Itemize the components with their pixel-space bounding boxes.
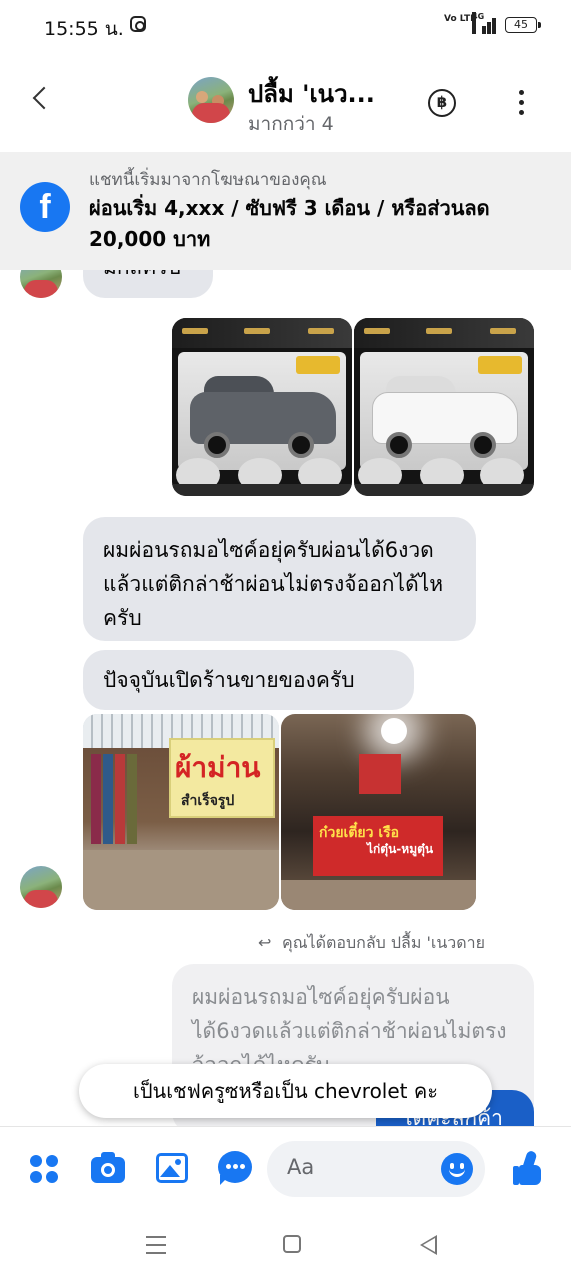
chat-header: ปลื้ม 'เนว... มากกว่า 4 ฿ [0,52,571,152]
home-icon[interactable] [283,1235,301,1253]
contact-avatar[interactable] [188,77,234,123]
car-image-white[interactable] [354,318,534,496]
message-bubble[interactable]: ผมผ่อนรถมอไซค์อยุ่ครับผ่อนได้6งวดแล้วแต่… [83,517,476,641]
apps-grid-icon[interactable] [29,1151,63,1185]
back-arrow-icon[interactable] [32,86,56,110]
sender-avatar[interactable] [20,270,62,298]
system-nav-bar [0,1212,571,1280]
shop-photo-noodle-stall[interactable]: ก๋วยเตี๋ยว เรือ ไก่ตุ๋น-หมูตุ๋น [281,714,476,910]
ad-caption: แชทนี้เริ่มมาจากโฆษณาของคุณ [89,170,327,190]
partial-message-bubble[interactable]: มีกี่สีครับ [83,270,213,298]
emoji-icon[interactable] [441,1153,473,1185]
car-image-gray[interactable] [172,318,352,496]
system-back-icon[interactable] [420,1235,437,1255]
sender-avatar[interactable] [20,866,62,908]
status-bar: 15:55 น. Vo LTE 4G 45 [0,0,571,52]
ad-title: ผ่อนเริ่ม 4,xxx / ซับฟรี 3 เดือน / หรือส… [89,196,490,251]
battery-icon: 45 [505,17,541,33]
signal-icon: 4G [472,12,498,34]
suggested-reply-chip[interactable]: เป็นเชฟครูซหรือเป็น chevrolet คะ [79,1064,492,1118]
reply-label: คุณได้ตอบกลับ ปลื้ม 'เนวดาย [282,933,486,952]
status-time: 15:55 น. [44,18,124,40]
camera-icon[interactable] [91,1151,125,1185]
instagram-notification-icon [130,16,146,32]
network-type: 4G [472,12,484,34]
message-composer: Aa [0,1126,571,1212]
facebook-icon: f [20,182,70,232]
gallery-icon[interactable] [155,1151,189,1185]
message-input-placeholder: Aa [287,1155,315,1179]
shop-photo-curtains[interactable]: ผ้าม่าน สำเร็จรูป [83,714,279,910]
message-bubble[interactable]: ปัจจุบันเปิดร้านขายของครับ [83,650,414,710]
more-options-icon[interactable] [519,90,525,116]
recent-apps-icon[interactable] [146,1236,166,1254]
reply-arrow-icon: ↩ [258,933,272,952]
payment-baht-icon[interactable]: ฿ [428,89,456,117]
message-list[interactable]: มีกี่สีครับ ผมผ่อนรถมอไซค์อยุ่ครับผ่อนได… [0,270,571,1126]
message-input[interactable]: Aa [267,1141,485,1197]
shop-sign-subtext: สำเร็จรูป [181,793,235,809]
chat-bubble-icon[interactable] [218,1151,252,1185]
contact-name[interactable]: ปลื้ม 'เนว... [248,74,375,113]
stall-banner-subtext: ไก่ตุ๋น-หมูตุ๋น [367,842,434,856]
contact-subtitle: มากกว่า 4 [248,113,334,135]
ad-origin-banner[interactable]: f แชทนี้เริ่มมาจากโฆษณาของคุณ ผ่อนเริ่ม … [0,152,571,270]
shop-sign-text: ผ้าม่าน [175,751,261,784]
thumbs-up-icon[interactable] [513,1149,547,1185]
